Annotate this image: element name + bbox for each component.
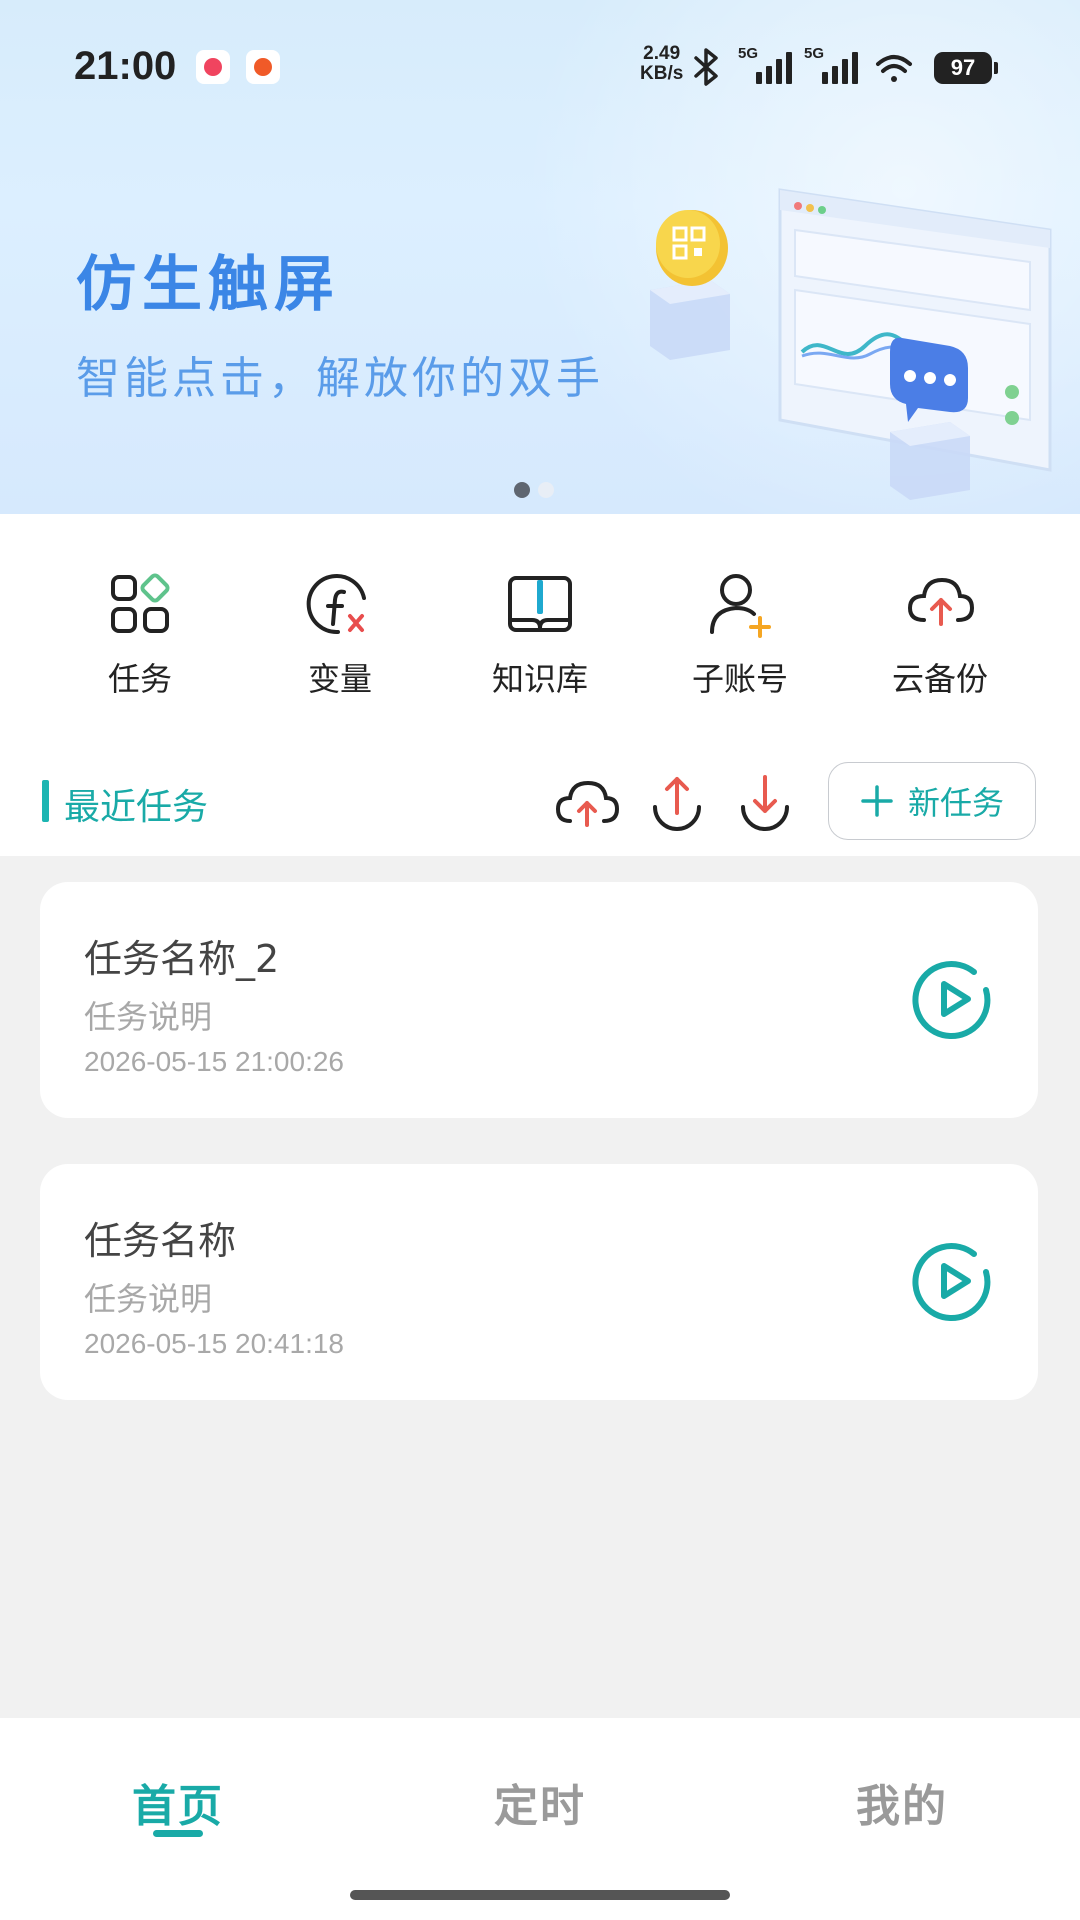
cloud-upload-icon [555, 780, 620, 827]
banner-page-indicator [514, 482, 562, 502]
banner-illustration [650, 188, 1052, 500]
task-card[interactable]: 任务名称_2 任务说明 2026-05-15 21:00:26 [40, 882, 1038, 1118]
qr-coin-illustration [656, 210, 728, 286]
shortcut-tasks[interactable]: 任务 [40, 564, 240, 700]
banner-title: 仿生触屏 [76, 250, 340, 320]
shortcut-knowledge-base[interactable]: 知识库 [440, 564, 640, 700]
task-description: 任务说明 [84, 998, 213, 1036]
task-name: 任务名称 [84, 1219, 237, 1263]
add-user-icon [640, 564, 840, 644]
bluetooth-icon [694, 48, 718, 86]
task-timestamp: 2026-05-15 21:00:26 [84, 1046, 344, 1077]
shortcut-variables[interactable]: 变量 [240, 564, 440, 700]
notification-app-icon [196, 50, 230, 84]
network-speed: 2.49 KB/s [640, 44, 683, 84]
book-icon [440, 564, 640, 644]
shortcut-label: 子账号 [691, 660, 788, 698]
new-task-label: 新任务 [907, 784, 1004, 822]
recent-tasks-header: 最近任务 新任务 [0, 740, 1080, 856]
play-circle-icon [912, 1243, 991, 1321]
shortcut-cloud-backup[interactable]: 云备份 [840, 564, 1040, 700]
signal-2-label: 5G [804, 45, 824, 62]
export-button[interactable] [642, 768, 712, 838]
cloud-upload-icon [840, 564, 1040, 644]
task-timestamp: 2026-05-15 20:41:18 [84, 1328, 344, 1359]
battery-indicator: 97 [934, 52, 998, 84]
function-fx-icon [240, 564, 440, 644]
play-icon [941, 1263, 971, 1299]
shortcut-label: 变量 [307, 660, 372, 698]
task-description: 任务说明 [84, 1280, 213, 1318]
shortcut-label: 知识库 [491, 660, 588, 698]
play-icon [941, 981, 971, 1017]
section-accent-bar [42, 780, 49, 822]
active-tab-underline [153, 1830, 203, 1837]
recent-tasks-title: 最近任务 [64, 787, 209, 828]
signal-1-label: 5G [738, 45, 758, 62]
play-task-button[interactable] [912, 1240, 994, 1322]
nav-tab-profile[interactable]: 我的 [802, 1770, 1002, 1834]
plus-icon [861, 785, 893, 817]
grid-shapes-icon [40, 564, 240, 644]
download-arrow-icon [741, 775, 789, 831]
signal-2-icon [822, 52, 858, 84]
status-icons: 5G 5G [694, 45, 912, 86]
status-time: 21:00 [74, 44, 177, 88]
shortcut-label: 云备份 [891, 660, 988, 698]
play-circle-icon [912, 961, 991, 1039]
nav-tab-schedule[interactable]: 定时 [440, 1770, 640, 1834]
task-name: 任务名称_2 [84, 937, 280, 981]
status-bar: 21:00 2.49 KB/s 5G 5G 97 [0, 0, 1080, 130]
new-task-button[interactable]: 新任务 [828, 762, 1036, 840]
signal-1-icon [756, 52, 792, 84]
page-dot [538, 482, 554, 498]
shortcut-label: 任务 [107, 660, 172, 698]
play-task-button[interactable] [912, 958, 994, 1040]
task-card[interactable]: 任务名称 任务说明 2026-05-15 20:41:18 [40, 1164, 1038, 1400]
network-speed-value: 2.49 [643, 43, 681, 64]
home-gesture-bar[interactable] [350, 1890, 730, 1900]
wifi-icon [876, 55, 912, 82]
network-speed-unit: KB/s [640, 63, 684, 84]
import-button[interactable] [730, 768, 800, 838]
shortcut-sub-accounts[interactable]: 子账号 [640, 564, 840, 700]
notification-app-icon [246, 50, 280, 84]
cloud-backup-button[interactable] [552, 768, 622, 838]
banner-subtitle: 智能点击，解放你的双手 [76, 353, 604, 404]
page-dot-active [514, 482, 530, 498]
upload-arrow-icon [653, 777, 701, 831]
nav-tab-home[interactable]: 首页 [78, 1770, 278, 1834]
promo-banner[interactable]: 21:00 2.49 KB/s 5G 5G 97 仿生触屏 智能点击，解放你的双… [0, 0, 1080, 514]
